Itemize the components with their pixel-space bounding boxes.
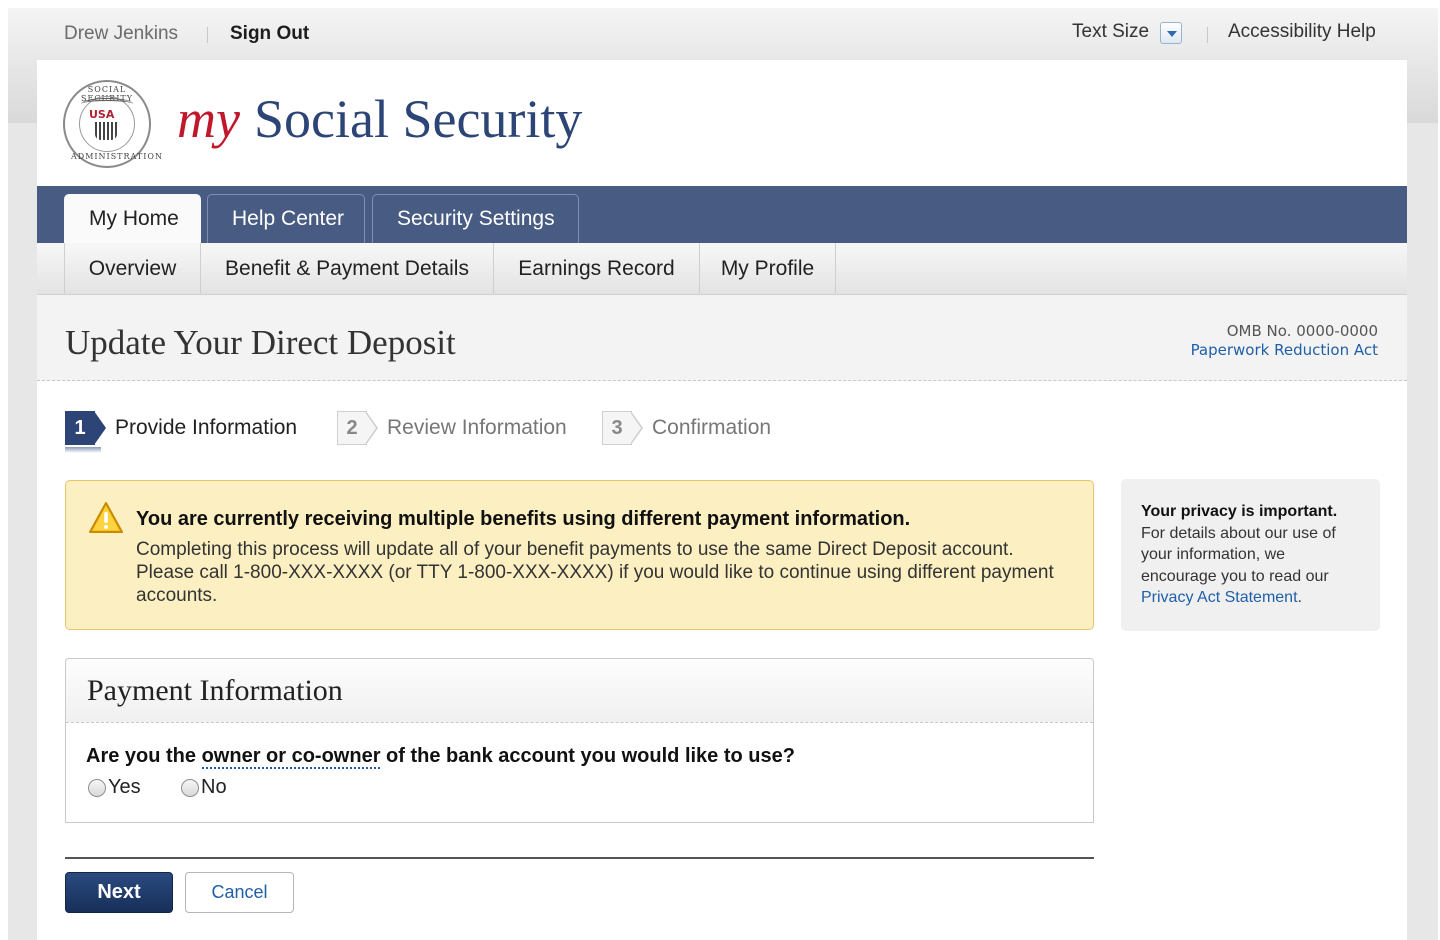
radio-button[interactable] [88,779,106,797]
alert-body: Completing this process will update all … [136,539,1054,606]
subnav-my-profile[interactable]: My Profile [700,243,836,294]
page-title-band: Update Your Direct Deposit OMB No. 0000-… [37,295,1407,381]
tab-help-center[interactable]: Help Center [207,194,365,243]
alert-title: You are currently receiving multiple ben… [136,508,911,530]
multiple-benefits-alert: You are currently receiving multiple ben… [65,480,1094,630]
secondary-nav: Overview Benefit & Payment Details Earni… [37,243,1407,295]
step-number: 3 [602,411,643,445]
privacy-act-statement-link[interactable]: Privacy Act Statement [1141,589,1298,606]
subnav-overview[interactable]: Overview [64,243,201,294]
brand-title[interactable]: my Social Security [177,88,582,150]
brand-my: my [177,89,240,149]
privacy-end: . [1297,589,1302,606]
progress-steps: 1 Provide Information 2 Review Informati… [65,409,965,453]
warning-icon [89,502,123,533]
panel-title: Payment Information [87,674,343,707]
accessibility-help-link[interactable]: Accessibility Help [1228,21,1376,43]
utility-separator [207,27,208,43]
next-button[interactable]: Next [65,872,173,913]
omb-number: OMB No. 0000-0000 [1226,322,1378,340]
text-size-label: Text Size [1072,21,1150,42]
step-label: Provide Information [115,416,298,439]
seal-usa-text: USA [89,108,115,121]
tab-my-home[interactable]: My Home [64,194,201,243]
subnav-benefit-payment-details[interactable]: Benefit & Payment Details [201,243,494,294]
step-label: Review Information [387,416,567,439]
privacy-body: For details about our use of your inform… [1141,524,1336,585]
question-text: of the bank account you would like to us… [380,745,795,767]
page-title: Update Your Direct Deposit [65,323,456,362]
owner-term-link[interactable]: owner or co-owner [201,745,381,769]
user-name: Drew Jenkins [64,23,179,44]
tab-security-settings[interactable]: Security Settings [372,194,579,243]
utility-bar: Drew Jenkins Sign Out Text Size Accessib… [8,8,1438,60]
primary-nav: My Home Help Center Security Settings [37,186,1407,243]
brand-name: Social Security [253,89,583,149]
cancel-button[interactable]: Cancel [185,872,294,913]
subnav-earnings-record[interactable]: Earnings Record [494,243,700,294]
radio-button[interactable] [181,779,199,797]
paperwork-reduction-act-link[interactable]: Paperwork Reduction Act [1191,341,1378,359]
radio-label: No [201,776,227,798]
question-text: Are you the [86,745,202,767]
ssa-seal-logo[interactable]: SOCIAL SECURITY USA ADMINISTRATION [63,80,163,168]
step-number: 1 [65,411,106,445]
shield-icon [95,122,117,140]
owner-question: Are you the owner or co-owner of the ban… [86,745,795,769]
utility-separator [1207,27,1208,43]
step-number: 2 [337,411,378,445]
privacy-notice: Your privacy is important. For details a… [1121,479,1380,631]
step-active-indicator [65,447,101,453]
payment-information-panel: Payment Information Are you the owner or… [65,658,1094,823]
seal-text-bottom: ADMINISTRATION [71,152,163,161]
form-divider [65,857,1094,859]
privacy-title: Your privacy is important. [1141,503,1338,520]
sign-out-link[interactable]: Sign Out [230,23,309,45]
main-card: SOCIAL SECURITY USA ADMINISTRATION my Soc… [37,60,1407,940]
radio-label: Yes [108,776,141,798]
step-label: Confirmation [652,416,772,439]
text-size-dropdown-icon[interactable] [1160,22,1182,44]
